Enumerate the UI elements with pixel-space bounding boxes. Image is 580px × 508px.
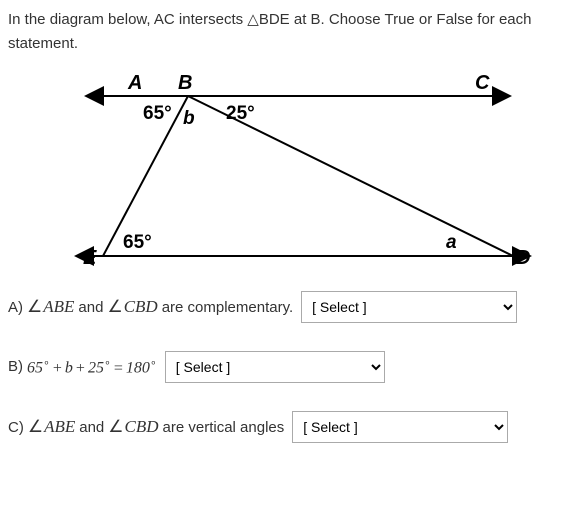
- intro-text: In the diagram below, AC intersects △BDE…: [8, 8, 572, 56]
- question-c-text: C) ∠ABE and ∠CBD are vertical angles: [8, 417, 284, 437]
- question-b-row: B) 65∘+b+25∘=180∘ [ Select ]: [8, 351, 572, 383]
- qb-expression: 65∘+b+25∘=180∘: [27, 356, 157, 377]
- angle-abe-c: ∠ABE: [28, 417, 75, 437]
- label-A: A: [127, 72, 142, 94]
- label-C: C: [475, 72, 490, 94]
- qc-suffix: are vertical angles: [163, 419, 285, 436]
- label-B: B: [178, 72, 192, 94]
- qa-prefix: A): [8, 299, 23, 316]
- triangle-icon: △: [247, 11, 259, 28]
- question-b-text: B) 65∘+b+25∘=180∘: [8, 356, 157, 377]
- select-b[interactable]: [ Select ]: [165, 351, 385, 383]
- intro-part1: In the diagram below, AC intersects: [8, 11, 247, 28]
- angle-65-bottom: 65°: [123, 232, 152, 253]
- angle-abe: ∠ABE: [27, 297, 74, 317]
- qa-suffix: are complementary.: [162, 299, 293, 316]
- qc-prefix: C): [8, 419, 24, 436]
- angle-25: 25°: [226, 103, 255, 124]
- question-a-text: A) ∠ABE and ∠CBD are complementary.: [8, 297, 293, 317]
- question-c-row: C) ∠ABE and ∠CBD are vertical angles [ S…: [8, 411, 572, 443]
- angle-cbd-c: ∠CBD: [108, 417, 158, 437]
- qc-mid: and: [79, 419, 104, 436]
- qa-mid: and: [78, 299, 103, 316]
- var-a: a: [446, 232, 457, 253]
- select-c[interactable]: [ Select ]: [292, 411, 508, 443]
- qb-prefix: B): [8, 358, 23, 375]
- question-a-row: A) ∠ABE and ∠CBD are complementary. [ Se…: [8, 291, 572, 323]
- label-E: E: [83, 247, 97, 269]
- angle-65-top: 65°: [143, 103, 172, 124]
- label-D: D: [516, 247, 530, 269]
- var-b: b: [183, 108, 195, 129]
- angle-cbd: ∠CBD: [107, 297, 157, 317]
- select-a[interactable]: [ Select ]: [301, 291, 517, 323]
- geometry-diagram: A B C D E 65° b 25° 65° a: [48, 71, 548, 271]
